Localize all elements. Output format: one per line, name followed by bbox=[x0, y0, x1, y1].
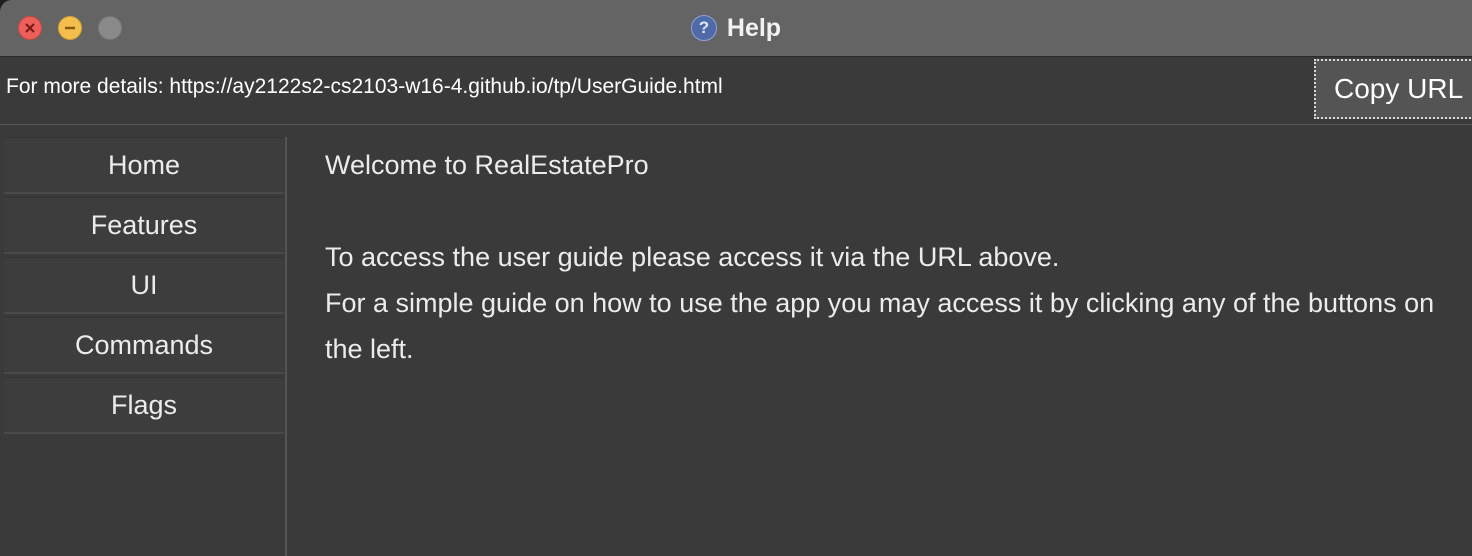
content-heading: Welcome to RealEstatePro bbox=[325, 150, 649, 180]
sidebar-item-ui[interactable]: UI bbox=[4, 257, 284, 314]
sidebar-item-commands[interactable]: Commands bbox=[4, 317, 284, 374]
sidebar-item-home[interactable]: Home bbox=[4, 137, 284, 194]
copy-url-button[interactable]: Copy URL bbox=[1314, 59, 1472, 119]
user-guide-url: For more details: https://ay2122s2-cs210… bbox=[6, 75, 723, 98]
sidebar-item-flags[interactable]: Flags bbox=[4, 377, 284, 434]
url-bar: For more details: https://ay2122s2-cs210… bbox=[0, 57, 1472, 125]
title-bar[interactable]: ? Help bbox=[0, 0, 1472, 57]
title-group: ? Help bbox=[0, 0, 1472, 56]
content-line-2: For a simple guide on how to use the app… bbox=[325, 288, 1435, 318]
content-line-3: the left. bbox=[325, 334, 414, 364]
help-icon: ? bbox=[690, 15, 717, 41]
help-content: Welcome to RealEstatePro To access the u… bbox=[325, 142, 1455, 372]
content-line-1: To access the user guide please access i… bbox=[325, 242, 1060, 272]
content-spacer bbox=[325, 188, 1455, 234]
panel-divider[interactable] bbox=[285, 137, 287, 556]
window-title: Help bbox=[726, 13, 782, 42]
sidebar: Home Features UI Commands Flags bbox=[4, 137, 284, 556]
sidebar-item-features[interactable]: Features bbox=[4, 197, 284, 254]
help-window: ? Help For more details: https://ay2122s… bbox=[0, 0, 1472, 556]
